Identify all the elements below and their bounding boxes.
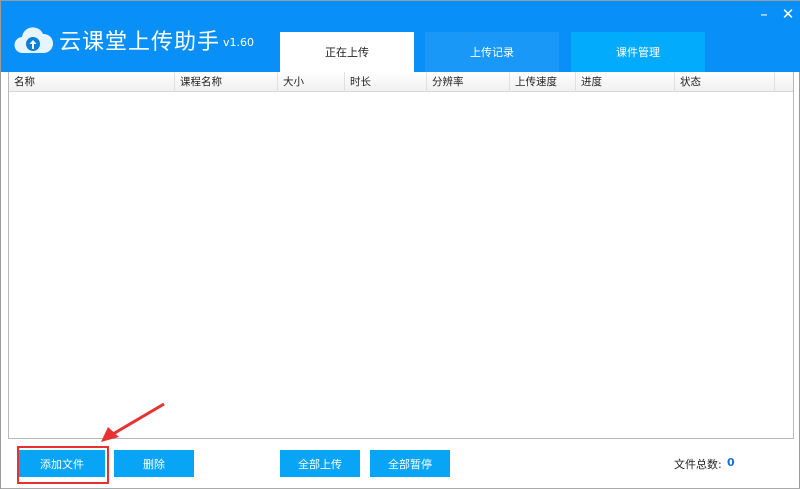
red-arrow-annotation [101,402,165,442]
file-count-value: 0 [727,456,735,469]
column-header-duration[interactable]: 时长 [345,72,427,92]
column-header-resolution[interactable]: 分辨率 [427,72,510,92]
column-header-progress[interactable]: 进度 [576,72,675,92]
column-header-status[interactable]: 状态 [675,72,775,92]
close-button[interactable]: ✕ [779,5,797,23]
column-header-course[interactable]: 课程名称 [175,72,278,92]
pause-all-button[interactable]: 全部暂停 [370,450,450,477]
column-header-name[interactable]: 名称 [9,72,175,92]
tab-uploading[interactable]: 正在上传 [280,32,414,72]
column-header-speed[interactable]: 上传速度 [510,72,576,92]
file-count-label: 文件总数: [674,458,722,471]
upload-list-table[interactable]: 名称 课程名称 大小 时长 分辨率 上传速度 进度 状态 [8,72,794,439]
cloud-upload-icon [14,27,53,54]
delete-button[interactable]: 删除 [114,450,194,477]
app-version: v1.60 [223,36,255,49]
app-title: 云课堂上传助手 [59,30,221,55]
column-header-size[interactable]: 大小 [278,72,345,92]
upload-all-button[interactable]: 全部上传 [280,450,360,477]
tab-upload-history[interactable]: 上传记录 [425,32,559,72]
minimize-button[interactable]: – [755,5,773,23]
title-bar: 云课堂上传助手 v1.60 – ✕ 正在上传 上传记录 课件管理 [1,1,800,72]
add-file-button[interactable]: 添加文件 [19,450,105,477]
tab-courseware-management[interactable]: 课件管理 [571,32,705,72]
table-header: 名称 课程名称 大小 时长 分辨率 上传速度 进度 状态 [9,72,793,92]
